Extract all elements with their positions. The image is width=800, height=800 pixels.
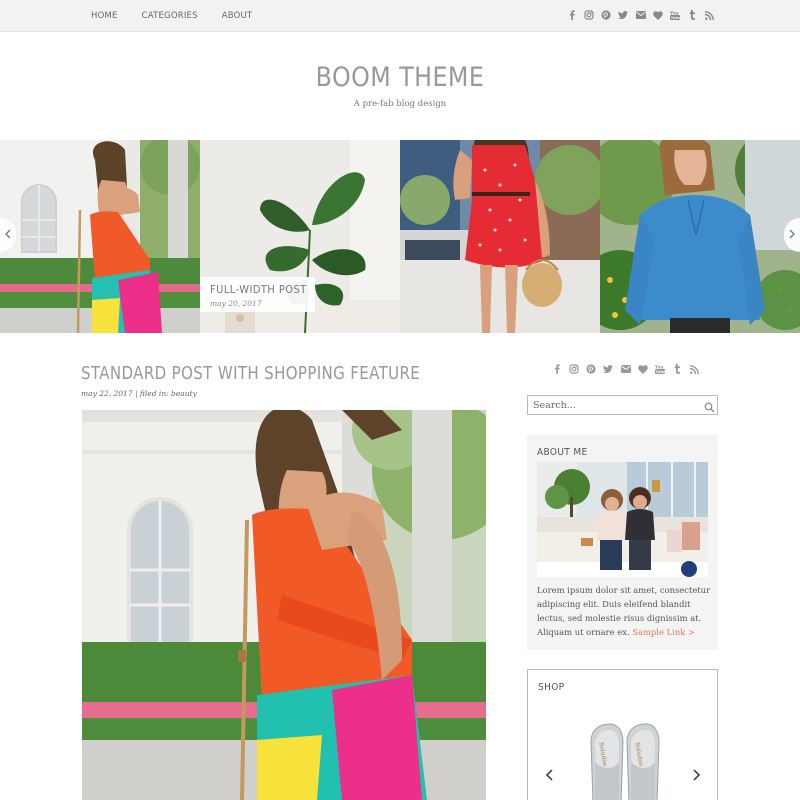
email-icon[interactable] <box>620 363 631 375</box>
post-meta: may 22, 2017 | filed in: beauty <box>81 389 197 398</box>
shop-widget-title: SHOP <box>538 682 565 693</box>
youtube-icon[interactable]: You Tube <box>655 363 666 375</box>
pinterest-icon[interactable] <box>586 363 597 375</box>
top-social-icons: You Tube <box>566 9 722 21</box>
shop-prev-button[interactable] <box>545 768 555 781</box>
top-nav: HOME CATEGORIES ABOUT <box>91 0 276 32</box>
pinterest-icon[interactable] <box>601 9 612 21</box>
featured-slider <box>0 140 800 333</box>
tumblr-icon[interactable] <box>672 363 683 375</box>
twitter-icon[interactable] <box>618 9 629 21</box>
slide-caption-date: may 20, 2017 <box>210 299 262 308</box>
tumblr-icon[interactable] <box>687 9 698 21</box>
search-input[interactable] <box>533 398 693 413</box>
heart-icon[interactable] <box>637 363 648 375</box>
site-title[interactable]: BOOM THEME <box>48 62 752 93</box>
shop-product-image[interactable]: Soludos Soludos <box>583 722 667 800</box>
instagram-icon[interactable] <box>583 9 594 21</box>
shop-next-button[interactable] <box>691 768 701 781</box>
top-bar: HOME CATEGORIES ABOUT You Tube <box>0 0 800 32</box>
site-tagline: A pre-fab blog design <box>353 99 447 109</box>
about-widget: ABOUT ME Lorem ipsum dolor sit amet, con… <box>527 435 718 650</box>
svg-text:Tube: Tube <box>671 15 680 20</box>
youtube-icon[interactable]: You Tube <box>670 9 681 21</box>
rss-icon[interactable] <box>689 363 700 375</box>
about-text-block: Lorem ipsum dolor sit amet, consectetur … <box>537 583 712 639</box>
svg-text:Tube: Tube <box>656 369 665 374</box>
chevron-left-icon <box>5 226 11 244</box>
about-link[interactable]: Sample Link > <box>632 627 695 637</box>
nav-about[interactable]: ABOUT <box>222 11 253 21</box>
chevron-right-icon <box>789 226 795 244</box>
search-icon[interactable] <box>704 400 715 413</box>
shop-widget: SHOP Soludos Soludos <box>527 669 718 800</box>
twitter-icon[interactable] <box>603 363 614 375</box>
slide-caption[interactable]: FULL-WIDTH POST may 20, 2017 <box>200 277 315 312</box>
facebook-icon[interactable] <box>551 363 562 375</box>
post-title[interactable]: STANDARD POST WITH SHOPPING FEATURE <box>81 364 420 384</box>
slide-image-1[interactable] <box>0 140 200 333</box>
slide-image-3[interactable] <box>400 140 600 333</box>
facebook-icon[interactable] <box>566 9 577 21</box>
heart-icon[interactable] <box>652 9 663 21</box>
instagram-icon[interactable] <box>568 363 579 375</box>
email-icon[interactable] <box>635 9 646 21</box>
post-featured-image[interactable] <box>82 410 486 800</box>
sidebar-social-icons: You Tube <box>551 363 707 375</box>
slide-image-4[interactable] <box>600 140 800 333</box>
search-box <box>527 395 718 415</box>
about-widget-title: ABOUT ME <box>537 447 588 458</box>
about-photo <box>537 462 708 577</box>
slide-caption-title: FULL-WIDTH POST <box>210 283 307 296</box>
rss-icon[interactable] <box>704 9 715 21</box>
nav-home[interactable]: HOME <box>91 11 118 21</box>
nav-categories[interactable]: CATEGORIES <box>142 11 198 21</box>
